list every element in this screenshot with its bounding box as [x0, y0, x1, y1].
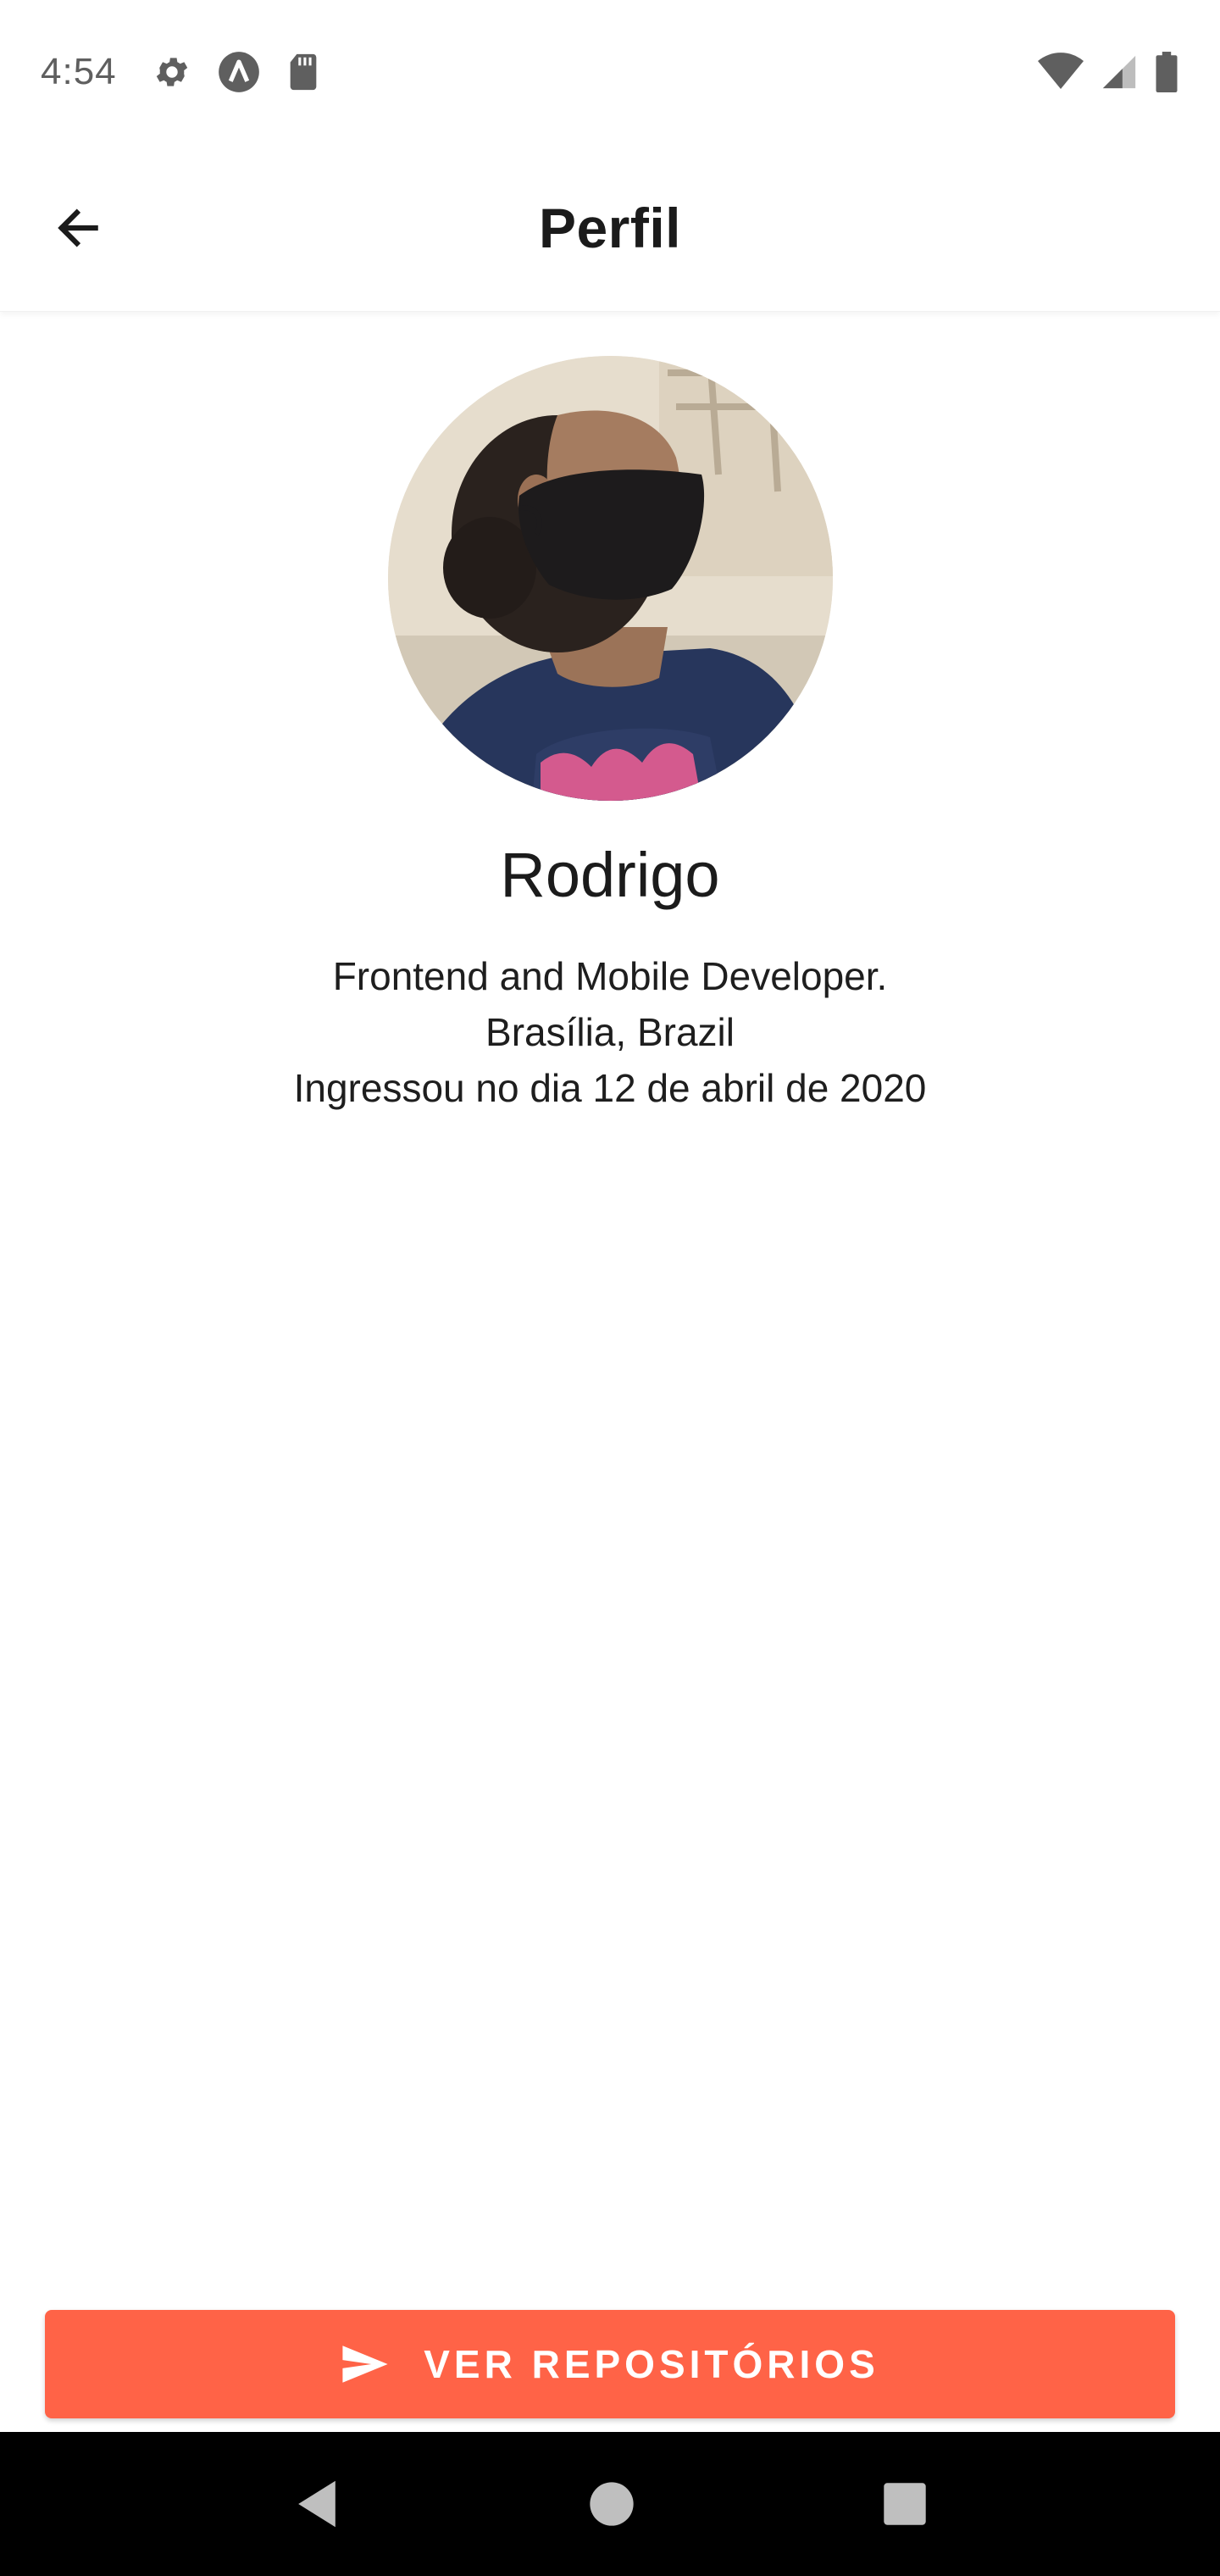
profile-bio: Frontend and Mobile Developer. — [332, 954, 888, 998]
back-button[interactable] — [34, 184, 122, 272]
app-bar: Perfil — [0, 144, 1220, 312]
send-icon — [341, 2343, 390, 2385]
status-icons-left — [152, 50, 320, 94]
status-time: 4:54 — [41, 51, 117, 92]
gear-icon — [152, 53, 191, 92]
system-nav-bar — [0, 2432, 1220, 2576]
status-bar: 4:54 — [0, 0, 1220, 144]
back-triangle-icon[interactable] — [293, 2479, 341, 2529]
arrow-left-icon — [52, 202, 104, 254]
view-repositories-button[interactable]: VER REPOSITÓRIOS — [45, 2310, 1175, 2418]
avatar — [388, 356, 833, 801]
profile-screen: 4:54 Perfil Rodrigo Frontend and Mobile … — [0, 0, 1220, 2576]
status-icons-right — [1037, 51, 1179, 93]
page-title: Perfil — [538, 196, 682, 259]
profile-name: Rodrigo — [500, 840, 720, 910]
a-icon — [217, 50, 261, 94]
home-circle-icon[interactable] — [589, 2481, 635, 2527]
profile-location: Brasília, Brazil — [485, 1010, 735, 1054]
wifi-icon — [1037, 53, 1084, 92]
view-repositories-label: VER REPOSITÓRIOS — [424, 2342, 879, 2386]
sd-card-icon — [286, 53, 320, 92]
profile-joined-date: Ingressou no dia 12 de abril de 2020 — [293, 1066, 927, 1110]
signal-icon — [1100, 53, 1139, 92]
recents-square-icon[interactable] — [883, 2482, 927, 2526]
battery-icon — [1154, 51, 1179, 93]
